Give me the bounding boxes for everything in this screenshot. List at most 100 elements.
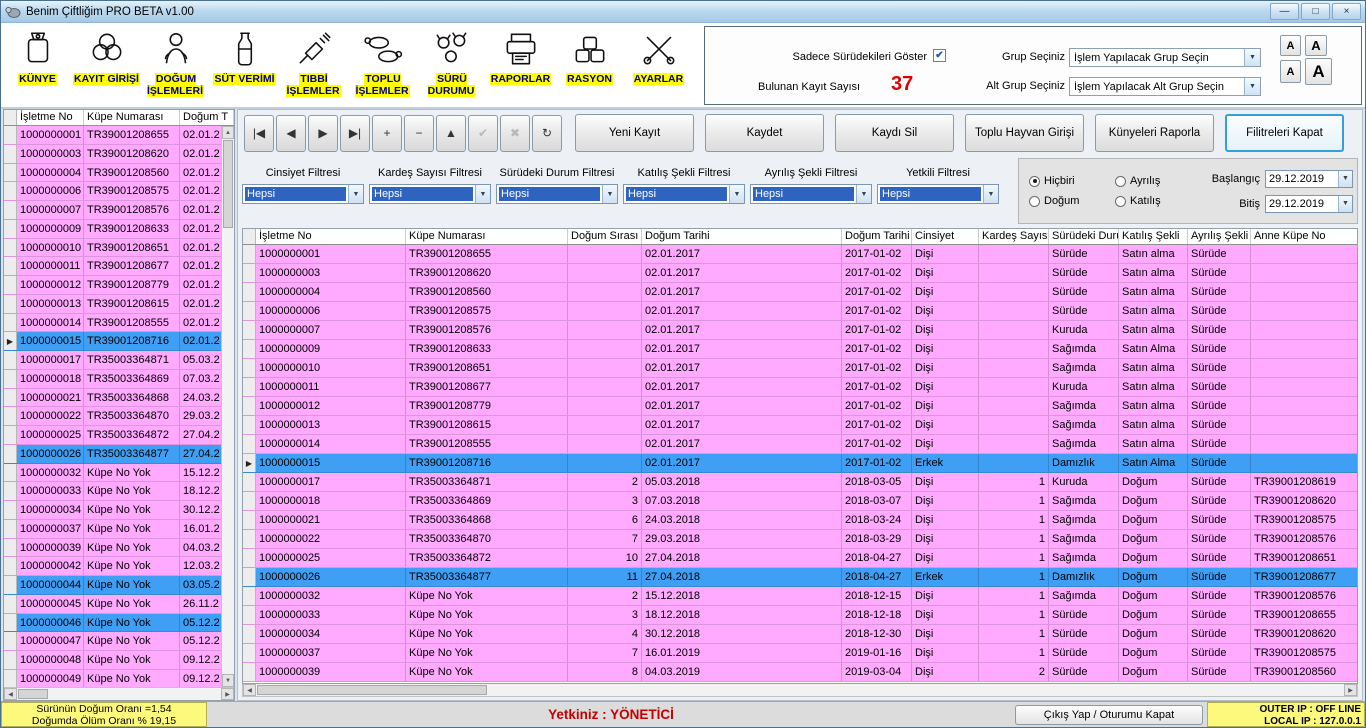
scroll-left-button[interactable]: ◀ [243,684,256,696]
sidebar-row[interactable]: 1000000014TR3900120855502.01.2 [4,314,221,333]
table-row[interactable]: 1000000017TR35003364871205.03.20182018-0… [243,473,1357,492]
filter-dropdown[interactable]: Hepsi▼ [623,184,745,204]
radio-icon[interactable] [1029,176,1040,187]
table-row[interactable]: 1000000013TR3900120861502.01.20172017-01… [243,416,1357,435]
sidebar-row[interactable]: 1000000025TR3500336487227.04.2 [4,426,221,445]
toolbar-item-rasyon[interactable]: RASYON [555,25,624,107]
sidebar-vertical-scrollbar[interactable]: ▲ ▼ [221,126,234,687]
table-row[interactable]: 1000000021TR35003364868624.03.20182018-0… [243,511,1357,530]
sidebar-row[interactable]: 1000000006TR3900120857502.01.2 [4,182,221,201]
filter-dropdown[interactable]: Hepsi▼ [750,184,872,204]
column-header[interactable]: Katılış Şekli [1119,229,1188,244]
sidebar-row[interactable]: 1000000012TR3900120877902.01.2 [4,276,221,295]
font-size-button-4[interactable]: A [1305,58,1332,85]
table-row[interactable]: ▶1000000015TR3900120871602.01.20172017-0… [243,454,1357,473]
toolbar-item-kunye[interactable]: KÜNYE [3,25,72,107]
table-row[interactable]: 1000000033Küpe No Yok318.12.20182018-12-… [243,606,1357,625]
nav-button-first[interactable]: |◀ [244,115,274,152]
column-header[interactable]: Sürüdeki Durumu [1049,229,1119,244]
table-row[interactable]: 1000000001TR3900120865502.01.20172017-01… [243,245,1357,264]
table-row[interactable]: 1000000032Küpe No Yok215.12.20182018-12-… [243,587,1357,606]
sidebar-row[interactable]: 1000000009TR3900120863302.01.2 [4,220,221,239]
font-size-button-3[interactable]: A [1280,60,1301,83]
toolbar-item-toplu-islemler[interactable]: TOPLU İŞLEMLER [348,25,417,107]
column-header[interactable]: Doğum Tarihi [642,229,842,244]
sidebar-row[interactable]: 1000000007TR3900120857602.01.2 [4,201,221,220]
table-row[interactable]: 1000000003TR3900120862002.01.20172017-01… [243,264,1357,283]
column-header[interactable]: Doğum Tarihi [842,229,912,244]
nav-button-prior[interactable]: ◀ [276,115,306,152]
toolbar-item-sut-verimi[interactable]: SÜT VERİMİ [210,25,279,107]
table-row[interactable]: 1000000014TR3900120855502.01.20172017-01… [243,435,1357,454]
minimize-button[interactable]: — [1270,3,1299,20]
logout-button[interactable]: Çıkış Yap / Oturumu Kapat [1015,705,1203,725]
table-row[interactable]: 1000000034Küpe No Yok430.12.20182018-12-… [243,625,1357,644]
sidebar-row[interactable]: 1000000034Küpe No Yok30.12.2 [4,501,221,520]
column-header[interactable]: Ayrılış Şekli [1188,229,1251,244]
table-row[interactable]: 1000000018TR35003364869307.03.20182018-0… [243,492,1357,511]
sidebar-row[interactable]: 1000000013TR3900120861502.01.2 [4,295,221,314]
column-header[interactable]: İşletme No [256,229,406,244]
start-date-picker[interactable]: 29.12.2019 ▼ [1265,170,1353,188]
sidebar-row[interactable]: 1000000033Küpe No Yok18.12.2 [4,482,221,501]
sidebar-row[interactable]: 1000000001TR3900120865502.01.2 [4,126,221,145]
sidebar-row[interactable]: 1000000046Küpe No Yok05.12.2 [4,614,221,633]
column-header[interactable]: Anne Küpe No [1251,229,1357,244]
toolbar-item-raporlar[interactable]: RAPORLAR [486,25,555,107]
column-header[interactable]: Küpe Numarası [84,110,180,125]
grid-horizontal-scrollbar[interactable]: ◀ ▶ [242,684,1358,697]
action-button[interactable]: Toplu Hayvan Girişi [965,114,1084,152]
sidebar-row[interactable]: 1000000003TR3900120862002.01.2 [4,145,221,164]
end-date-picker[interactable]: 29.12.2019 ▼ [1265,195,1353,213]
scroll-thumb[interactable] [223,140,233,228]
sidebar-row[interactable]: 1000000042Küpe No Yok12.03.2 [4,557,221,576]
table-row[interactable]: 1000000006TR3900120857502.01.20172017-01… [243,302,1357,321]
column-header[interactable]: Doğum Sırası [568,229,642,244]
toolbar-item-dogum-islemleri[interactable]: DOĞUM İŞLEMLERİ [141,25,210,107]
action-button[interactable]: Filitreleri Kapat [1225,114,1344,152]
nav-button-cancel[interactable]: ✖ [500,115,530,152]
sidebar-row[interactable]: ▶1000000015TR3900120871602.01.2 [4,332,221,351]
filter-dropdown[interactable]: Hepsi▼ [496,184,618,204]
sidebar-row[interactable]: 1000000004TR3900120856002.01.2 [4,164,221,183]
column-header[interactable]: Doğum T [180,110,234,125]
sidebar-row[interactable]: 1000000047Küpe No Yok05.12.2 [4,632,221,651]
sidebar-row[interactable]: 1000000037Küpe No Yok16.01.2 [4,520,221,539]
nav-button-refresh[interactable]: ↻ [532,115,562,152]
scroll-up-button[interactable]: ▲ [222,126,234,139]
nav-button-edit[interactable]: ▲ [436,115,466,152]
table-row[interactable]: 1000000007TR3900120857602.01.20172017-01… [243,321,1357,340]
nav-button-post[interactable]: ✔ [468,115,498,152]
nav-button-last[interactable]: ▶| [340,115,370,152]
sidebar-row[interactable]: 1000000048Küpe No Yok09.12.2 [4,651,221,670]
filter-dropdown[interactable]: Hepsi▼ [877,184,999,204]
sidebar-row[interactable]: 1000000022TR3500336487029.03.2 [4,407,221,426]
scroll-right-button[interactable]: ▶ [1344,684,1357,696]
close-button[interactable]: × [1332,3,1361,20]
table-row[interactable]: 1000000009TR3900120863302.01.20172017-01… [243,340,1357,359]
radio-option[interactable]: Ayrılış [1115,175,1197,187]
radio-icon[interactable] [1115,176,1126,187]
table-row[interactable]: 1000000039Küpe No Yok804.03.20192019-03-… [243,663,1357,682]
sidebar-row[interactable]: 1000000044Küpe No Yok03.05.2 [4,576,221,595]
sidebar-row[interactable]: 1000000032Küpe No Yok15.12.2 [4,464,221,483]
table-row[interactable]: 1000000037Küpe No Yok716.01.20192019-01-… [243,644,1357,663]
sidebar-horizontal-scrollbar[interactable]: ◀ ▶ [4,687,234,700]
nav-button-insert[interactable]: + [372,115,402,152]
action-button[interactable]: Künyeleri Raporla [1095,114,1214,152]
sidebar-row[interactable]: 1000000017TR3500336487105.03.2 [4,351,221,370]
radio-option[interactable]: Doğum [1029,195,1111,207]
table-row[interactable]: 1000000022TR35003364870729.03.20182018-0… [243,530,1357,549]
sidebar-row[interactable]: 1000000011TR3900120867702.01.2 [4,257,221,276]
filter-dropdown[interactable]: Hepsi▼ [242,184,364,204]
action-button[interactable]: Yeni Kayıt [575,114,694,152]
radio-icon[interactable] [1029,196,1040,207]
filter-dropdown[interactable]: Hepsi▼ [369,184,491,204]
maximize-button[interactable]: □ [1301,3,1330,20]
show-only-herd-checkbox[interactable]: ✔ [933,49,946,62]
table-row[interactable]: 1000000011TR3900120867702.01.20172017-01… [243,378,1357,397]
nav-button-delete[interactable]: − [404,115,434,152]
column-header[interactable]: İşletme No [17,110,84,125]
sidebar-row[interactable]: 1000000045Küpe No Yok26.11.2 [4,595,221,614]
toolbar-item-tibbi-islemler[interactable]: TIBBİ İŞLEMLER [279,25,348,107]
